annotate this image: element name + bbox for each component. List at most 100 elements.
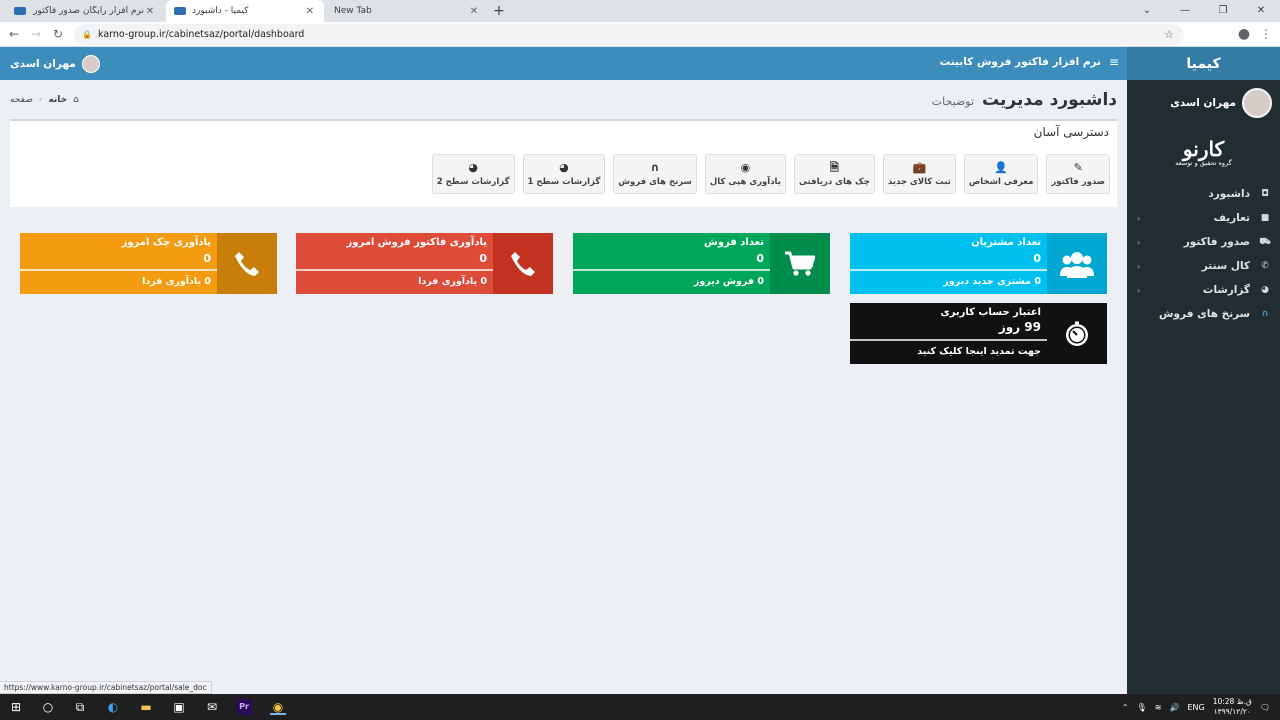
task-view-icon[interactable]: ⧉ [72,699,88,715]
sidebar-brand[interactable]: کیمیا [1127,47,1280,80]
chevron-left-icon: ‹ [1137,213,1141,223]
info-box-footer: 0 مشتری جدید دیروز [943,276,1041,287]
dashboard-icon: ◘ [1261,189,1269,199]
browser-tab-3[interactable]: New Tab ✕ [326,0,488,22]
page-title: داشبورد مدیریت [982,90,1117,110]
app-title: نرم افزار فاکتور فروش کابینت [939,56,1101,68]
breadcrumb-home-link[interactable]: خانه [48,95,67,105]
cart-icon [770,233,830,294]
edit-icon: ✎ [1073,160,1083,174]
quick-happy-call-reminder-button[interactable]: ◉ یادآوری هپی کال [704,154,786,194]
close-tab-icon[interactable]: ✕ [304,6,316,17]
chrome-browser-icon[interactable]: ◉ [270,699,286,715]
browser-tab-2[interactable]: کیمیا - داشبورد ✕ [166,0,324,22]
notifications-icon[interactable]: 🗨 [1260,703,1270,712]
page-subtitle: توضیحات [931,95,975,108]
page-header: داشبورد مدیریت توضیحات [932,90,1117,110]
forward-icon[interactable]: → [28,26,44,42]
windows-taskbar: ⊞ ○ ⧉ ◐ ▬ ▣ ✉ Pr ◉ ⌃ 🎙 ≋ 🔊 ENG 10:28 ق.ظ… [0,694,1280,720]
quick-new-product-button[interactable]: 💼 ثبت کالای جدید [882,154,956,194]
bookmark-star-icon[interactable]: ☆ [1164,28,1174,41]
sidebar: کیمیا مهران اسدی کارنو گروه تحقیق و توسع… [1127,47,1280,694]
header-user-menu[interactable]: مهران اسدی [10,55,100,73]
address-bar[interactable]: 🔒 karno-group.ir/cabinetsaz/portal/dashb… [74,24,1184,45]
lock-icon[interactable]: 🔒 [82,30,92,39]
info-box-divider [850,339,1047,341]
microphone-icon[interactable]: 🎙 [1137,703,1147,712]
clock-time: 10:28 ق.ظ [1212,697,1252,706]
chevron-up-icon[interactable]: ⌃ [1122,703,1129,712]
browser-tab-1[interactable]: نرم افزار رایگان صدور فاکتور کابینت ✕ [6,0,164,22]
info-box-divider [20,269,217,271]
company-logo: کارنو گروه تحقیق و توسعه [1127,126,1280,178]
hamburger-menu-icon[interactable]: ≡ [1109,55,1119,69]
logo-text: کارنو [1182,137,1225,161]
logo-subtext: گروه تحقیق و توسعه [1175,159,1232,167]
close-tab-icon[interactable]: ✕ [468,6,480,17]
close-tab-icon[interactable]: ✕ [144,6,156,17]
quick-received-checks-button[interactable]: 🗎 چک های دریافتی [793,154,875,194]
kebab-menu-icon[interactable]: ⋮ [1258,26,1274,42]
pie-chart-icon: ◕ [468,160,478,174]
quick-reports-level2-button[interactable]: ◕ گزارشات سطح 2 [431,154,515,194]
renew-account-link[interactable]: جهت تمدید اینجا کلیک کنید [917,346,1041,357]
tab-title: نرم افزار رایگان صدور فاکتور کابینت [32,6,144,16]
premiere-pro-icon[interactable]: Pr [236,699,252,715]
magnet-icon: ∩ [650,160,660,174]
file-explorer-icon[interactable]: ▬ [138,699,154,715]
pie-chart-icon: ◕ [1261,285,1269,295]
restore-icon[interactable]: ❐ [1204,0,1242,22]
volume-icon[interactable]: 🔊 [1169,703,1179,712]
sidebar-item-label: سرنخ های فروش [1159,308,1250,320]
info-box-sales[interactable]: تعداد فروش 0 0 فروش دیروز [573,233,830,294]
sidebar-user-avatar [1242,88,1272,118]
taskbar-clock[interactable]: 10:28 ق.ظ ۱۳۹۹/۱۲/۲۰ [1213,697,1252,717]
link-status-bubble: https://www.karno-group.ir/cabinetsaz/po… [0,681,212,694]
breadcrumb: ⌂ خانه › صفحه [10,95,79,105]
new-tab-button[interactable]: + [490,2,508,20]
window-controls: ⌄ — ❐ ✕ [1128,0,1280,22]
home-icon: ⌂ [73,95,79,105]
profile-menu-icon[interactable]: ⌄ [1128,0,1166,22]
info-box-value: 0 [756,252,764,265]
wifi-icon[interactable]: ≋ [1155,703,1162,712]
language-indicator[interactable]: ENG [1187,703,1204,712]
info-box-footer: 0 یادآوری فردا [418,276,487,287]
info-box-account-credit[interactable]: اعتبار حساب کاربری 99 روز جهت تمدید اینج… [850,303,1107,364]
sidebar-item-dashboard[interactable]: ◘ داشبورد [1127,182,1280,206]
info-box-invoice-reminder[interactable]: یادآوری فاکتور فروش امروز 0 0 یادآوری فر… [296,233,553,294]
quick-introduce-person-button[interactable]: 👤 معرفی اشخاص [963,154,1039,194]
chrome-icon: ◉ [740,160,751,174]
info-box-check-reminder[interactable]: یادآوری چک امروز 0 0 یادآوری فردا [20,233,277,294]
sidebar-item-invoice[interactable]: ⛟ صدور فاکتور ‹ [1127,230,1280,254]
chevron-left-icon: ‹ [1137,237,1141,247]
sidebar-item-call-center[interactable]: ✆ کال سنتر ‹ [1127,254,1280,278]
close-window-icon[interactable]: ✕ [1242,0,1280,22]
back-icon[interactable]: ← [6,26,22,42]
pie-chart-icon: ◕ [559,160,569,174]
edge-browser-icon[interactable]: ◐ [105,699,121,715]
quick-sales-leads-button[interactable]: ∩ سرنخ های فروش [613,154,697,194]
minimize-icon[interactable]: — [1166,0,1204,22]
main-content: داشبورد مدیریت توضیحات ⌂ خانه › صفحه دست… [0,80,1127,694]
mail-icon[interactable]: ✉ [204,699,220,715]
quick-button-label: گزارشات سطح 1 [527,176,601,187]
profile-avatar-icon[interactable]: ● [1236,26,1252,42]
store-icon[interactable]: ▣ [171,699,187,715]
info-box-value: 0 [1033,252,1041,265]
info-box-customers[interactable]: تعداد مشتریان 0 0 مشتری جدید دیروز [850,233,1107,294]
sidebar-item-reports[interactable]: ◕ گزارشات ‹ [1127,278,1280,302]
quick-reports-level1-button[interactable]: ◕ گزارشات سطح 1 [522,154,606,194]
search-icon[interactable]: ○ [40,699,56,715]
windows-start-icon[interactable]: ⊞ [8,699,24,715]
bookmark-icon: ■ [1260,213,1270,223]
info-box-value: 99 روز [998,320,1041,334]
site-favicon-icon [14,7,26,15]
quick-issue-invoice-button[interactable]: ✎ صدور فاکتور [1046,154,1110,194]
sidebar-item-definitions[interactable]: ■ تعاریف ‹ [1127,206,1280,230]
cart-icon: ⛟ [1259,236,1271,247]
reload-icon[interactable]: ↻ [50,26,66,42]
quick-button-label: چک های دریافتی [798,176,870,187]
quick-button-label: یادآوری هپی کال [709,176,781,187]
sidebar-item-sales-leads[interactable]: ∩ سرنخ های فروش [1127,302,1280,326]
